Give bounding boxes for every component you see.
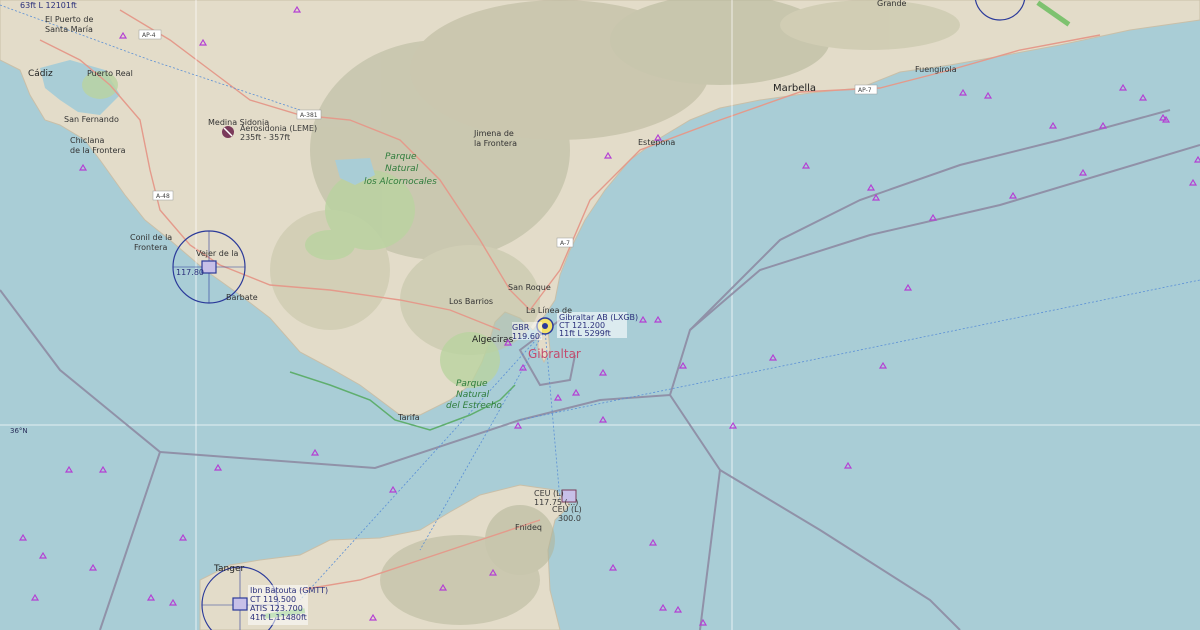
place-puerto-real: Puerto Real: [87, 69, 133, 78]
place-chiclana-2: de la Frontera: [70, 146, 126, 155]
place-san-roque: San Roque: [508, 283, 551, 292]
park-estrecho-2: Natural: [456, 390, 490, 400]
place-san-fernando: San Fernando: [64, 115, 119, 124]
park-estrecho: Parque: [456, 379, 488, 389]
park-alcornocales-2: Natural: [385, 164, 419, 174]
road-label: A-48: [156, 193, 170, 200]
airport-leme-icon[interactable]: [222, 126, 234, 138]
place-el-puerto: El Puerto de: [45, 15, 93, 24]
park-alcornocales-3: los Alcornocales: [364, 177, 437, 187]
lxgb-navaid-freq: 119.60: [512, 332, 540, 341]
place-gibraltar: Gibraltar: [528, 347, 581, 361]
place-jimena: Jimena de: [473, 129, 514, 138]
place-chiclana: Chiclana: [70, 136, 104, 145]
place-fnideq: Fnideq: [515, 523, 542, 532]
place-marbella: Marbella: [773, 83, 816, 94]
gmtt-ct: CT 119.500: [250, 595, 296, 604]
ceu-label-2: CEU (L): [552, 505, 582, 514]
gmtt-name: Ibn Batouta (GMTT): [250, 586, 328, 595]
place-cadiz: Cádiz: [28, 69, 53, 79]
road-label: A-7: [560, 240, 570, 247]
ceu-freq-2: 300.0: [558, 514, 581, 523]
place-barbate: Barbate: [226, 293, 258, 302]
lxgb-navaid: GBR: [512, 323, 530, 332]
place-el-puerto-2: Santa María: [45, 25, 93, 34]
place-los-barrios: Los Barrios: [449, 297, 493, 306]
gmtt-atis: ATIS 123.700: [250, 604, 303, 613]
aeronautical-map[interactable]: AP-4 A-381 A-48 AP-7 A-7 36°N 117.80 GBR…: [0, 0, 1200, 630]
place-vejer: Vejer de la: [196, 249, 239, 258]
place-la-linea: La Línea de: [526, 306, 572, 315]
place-grande: Grande: [877, 0, 907, 8]
park-estrecho-3: del Estrecho: [446, 401, 502, 411]
road-label: AP-4: [142, 32, 156, 39]
place-jimena-2: la Frontera: [474, 139, 517, 148]
place-tanger: Tanger: [213, 564, 244, 574]
road-label: A-381: [300, 112, 318, 119]
place-tarifa: Tarifa: [397, 413, 420, 422]
place-conil-2: Frontera: [134, 243, 167, 252]
place-conil: Conil de la: [130, 233, 172, 242]
top-left-airport-info: 63ft L 12101ft: [20, 1, 77, 10]
map-canvas[interactable]: AP-4 A-381 A-48 AP-7 A-7 36°N 117.80 GBR…: [0, 0, 1200, 630]
rota-freq: 117.80: [176, 268, 204, 277]
road-label: AP-7: [858, 87, 872, 94]
place-medina: Medina Sidonia: [208, 118, 269, 127]
place-fuengirola: Fuengirola: [915, 65, 957, 74]
gmtt-info: 41ft L 11480ft: [250, 613, 307, 622]
ceu-label: CEU (L): [534, 489, 564, 498]
leme-info: 235ft - 357ft: [240, 133, 290, 142]
latitude-label: 36°N: [10, 427, 28, 435]
park-alcornocales: Parque: [385, 152, 417, 162]
place-estepona: Estepona: [638, 138, 675, 147]
lxgb-info: 11ft L 5299ft: [559, 329, 611, 338]
